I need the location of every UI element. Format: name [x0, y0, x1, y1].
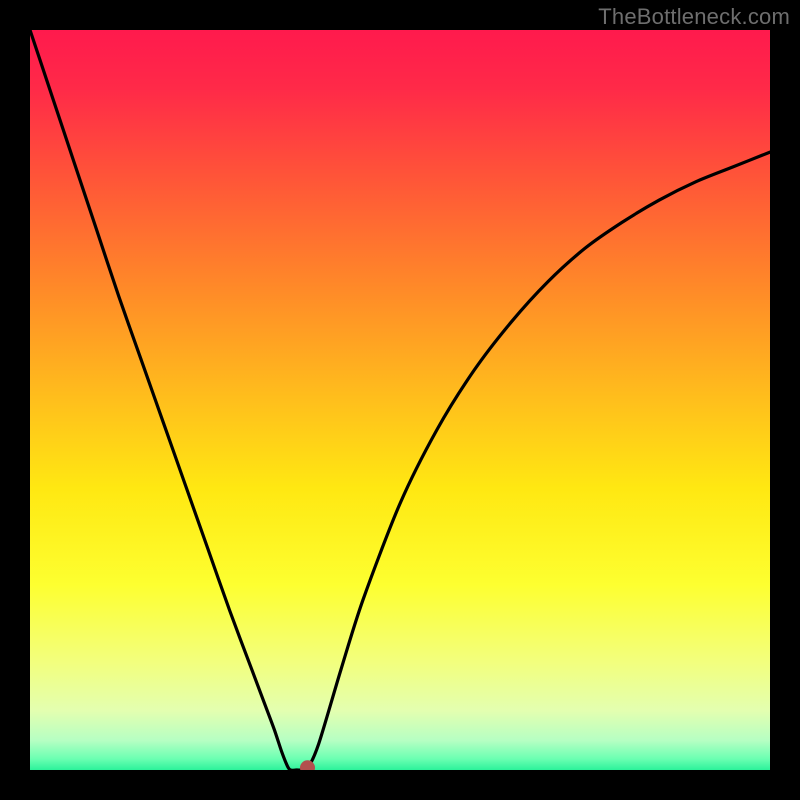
plot-area: [30, 30, 770, 770]
gradient-background: [30, 30, 770, 770]
chart-root: TheBottleneck.com: [0, 0, 800, 800]
watermark-text: TheBottleneck.com: [598, 4, 790, 30]
chart-svg: [30, 30, 770, 770]
